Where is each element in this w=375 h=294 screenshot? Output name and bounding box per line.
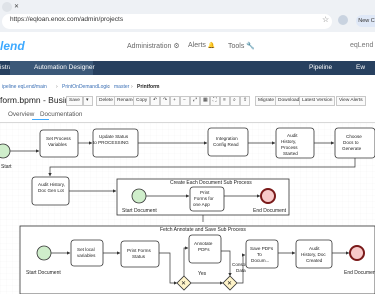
- wrench-icon: 🔧: [246, 43, 256, 50]
- task-print-forms-app-label-3: one App: [193, 202, 210, 207]
- profile-icon[interactable]: [338, 15, 348, 25]
- start-event-label: Start: [1, 164, 12, 170]
- task-update-status-label-1: Update Status: [99, 134, 129, 139]
- task-print-forms-app-label-1: Print: [200, 190, 210, 195]
- subprocess-fetch-annotate-save-label: Fetch Annotate and Save Sub Process: [160, 227, 246, 233]
- breadcrumb-file: Printform: [137, 84, 160, 90]
- gear-icon: ⚙: [173, 43, 180, 50]
- start-event[interactable]: [0, 143, 11, 159]
- task-save-pdfs-label-1: Save PDFs: [250, 246, 274, 251]
- tab-icon[interactable]: [2, 2, 12, 12]
- grid-icon[interactable]: ▦: [200, 96, 210, 106]
- breadcrumb-project[interactable]: PrintOnDemandLogic: [62, 84, 110, 90]
- module-ew[interactable]: Ew: [356, 64, 365, 71]
- breadcrumb-separator: ›: [131, 84, 133, 90]
- task-set-process-variables-label-1: Set Process: [46, 136, 71, 141]
- view-alerts-button[interactable]: View Alerts: [336, 96, 366, 106]
- task-save-pdfs-label-2: To: [257, 252, 262, 257]
- share-icon[interactable]: ⇪: [240, 96, 250, 106]
- latest-version-dropdown[interactable]: Latest Version: [299, 96, 336, 106]
- bell-icon: 🔔: [207, 43, 216, 49]
- new-chat-button[interactable]: New Ch: [356, 15, 375, 27]
- bpmn-diagram[interactable]: Start Set Process Variables Update Statu…: [0, 123, 375, 294]
- copy-button[interactable]: Copy: [133, 96, 151, 106]
- task-set-local-variables-label-1: Set local: [77, 247, 95, 252]
- nav-alerts[interactable]: Alerts 🔔: [188, 42, 215, 49]
- task-update-status-label-2: to PROCESSING: [93, 140, 129, 145]
- task-audit-doc-created-label-1: Audit: [309, 246, 320, 251]
- end-document-label-2: End Document: [344, 270, 375, 276]
- close-tab-icon[interactable]: ✕: [14, 3, 19, 10]
- end-document-event-2[interactable]: [349, 245, 365, 261]
- nav-alerts-label: Alerts: [188, 42, 206, 49]
- end-document-event[interactable]: [260, 188, 276, 204]
- breadcrumb-branch[interactable]: master: [114, 84, 129, 90]
- task-choose-docs-label-1: Choose: [346, 134, 362, 139]
- task-audit-process-started-label-2: History,: [281, 139, 296, 144]
- active-tab-indicator: [32, 119, 49, 120]
- flow-yes-label: Yes: [198, 271, 207, 277]
- end-document-label: End Document: [253, 208, 287, 214]
- task-choose-docs-label-3: Generate: [342, 146, 362, 151]
- task-audit-doc-gen-label-1: Audit History,: [38, 182, 65, 187]
- breadcrumb-separator: ›: [56, 84, 58, 90]
- nav-tools-label: Tools: [228, 43, 245, 50]
- flow-consolidate-label-2: Data: [236, 268, 246, 273]
- breadcrumb-separator: ›: [108, 84, 110, 90]
- task-annotate-pdfs-label-1: Annotate: [194, 241, 213, 246]
- task-set-local-variables-label-2: variables: [77, 253, 96, 258]
- subprocess-create-document-label: Create Each Document Sub Process: [170, 180, 252, 186]
- module-automation-designer[interactable]: Automation Designer: [34, 64, 95, 71]
- task-integration-config-label-2: Config Read: [213, 142, 239, 147]
- start-document-label: Start Document: [122, 208, 157, 214]
- expand-icon[interactable]: ⛶: [210, 96, 220, 106]
- task-print-forms-status-label-1: Print Forms: [127, 248, 151, 253]
- task-save-pdfs[interactable]: [245, 239, 279, 269]
- task-choose-docs-label-2: Docs to: [343, 140, 359, 145]
- task-print-forms-app-label-2: Forms for: [194, 196, 214, 201]
- tab-documentation[interactable]: Documentation: [40, 111, 82, 118]
- task-audit-process-started-label-3: Process: [281, 145, 298, 150]
- task-print-forms-status-label-2: Status: [132, 254, 146, 259]
- task-save-pdfs-label-3: Docum...: [251, 258, 269, 263]
- task-audit-doc-created-label-2: History, Doc: [301, 252, 326, 257]
- nav-tools[interactable]: Tools 🔧: [228, 42, 255, 50]
- zoom-out-icon[interactable]: −: [180, 96, 190, 106]
- user-name[interactable]: eqLend: [350, 42, 373, 49]
- delete-button[interactable]: Delete: [96, 96, 116, 106]
- search-icon[interactable]: ⌕: [230, 96, 240, 106]
- task-audit-doc-created-label-3: Created: [306, 258, 323, 263]
- task-integration-config-label-1: Integration: [216, 136, 238, 141]
- module-pipeline[interactable]: Pipeline: [309, 64, 332, 71]
- tab-overview[interactable]: Overview: [8, 111, 34, 118]
- gateway-x-icon: ✕: [227, 281, 232, 287]
- nav-administration[interactable]: Administration ⚙: [127, 42, 180, 50]
- fit-icon[interactable]: ⤢: [190, 96, 200, 106]
- bpmn-canvas[interactable]: Start Set Process Variables Update Statu…: [0, 122, 375, 294]
- task-annotate-pdfs-label-2: PDFs: [198, 247, 210, 252]
- url-text: https://eqloan.enox.com/admin/projects: [10, 16, 124, 23]
- redo-icon[interactable]: ↷: [160, 96, 170, 106]
- zoom-in-icon[interactable]: +: [170, 96, 180, 106]
- list-icon[interactable]: ≡: [220, 96, 230, 106]
- task-set-process-variables-label-2: Variables: [48, 142, 68, 147]
- task-audit-doc-gen-label-2: Doc Gen Lot: [38, 188, 65, 193]
- start-document-event[interactable]: [131, 188, 147, 204]
- undo-icon[interactable]: ↶: [150, 96, 160, 106]
- migrate-button[interactable]: Migrate: [255, 96, 277, 106]
- nav-administration-label: Administration: [127, 43, 172, 50]
- start-document-label-2: Start Document: [26, 270, 61, 276]
- save-button[interactable]: Save: [66, 96, 83, 106]
- start-document-event-2[interactable]: [36, 245, 52, 261]
- app-logo[interactable]: lend: [0, 39, 25, 53]
- save-dropdown-icon[interactable]: ▾: [83, 96, 93, 106]
- gateway-x-icon: ✕: [181, 281, 186, 287]
- task-audit-process-started-label-1: Audit: [287, 133, 298, 138]
- breadcrumb-repo[interactable]: ipeline eqLend/main: [2, 84, 47, 90]
- task-audit-process-started-label-4: Started: [283, 151, 298, 156]
- bookmark-star-icon[interactable]: ☆: [322, 15, 329, 24]
